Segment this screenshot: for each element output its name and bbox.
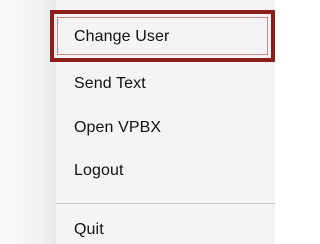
menu-item-label: Quit — [74, 221, 104, 238]
context-menu-screen: Change User Send Text Open VPBX Logout Q… — [0, 0, 275, 244]
menu-shadow — [0, 0, 56, 244]
menu-item-label: Change User — [74, 28, 170, 45]
menu-item-label: Send Text — [74, 75, 146, 92]
menu-item-logout[interactable]: Logout — [56, 151, 275, 191]
menu-item-change-user[interactable]: Change User — [56, 17, 275, 57]
menu-item-label: Logout — [74, 162, 124, 179]
menu-separator — [56, 203, 275, 204]
menu-item-label: Open VPBX — [74, 119, 162, 136]
menu-item-open-vpbx[interactable]: Open VPBX — [56, 108, 275, 148]
menu-item-send-text[interactable]: Send Text — [56, 64, 275, 104]
context-menu: Change User Send Text Open VPBX Logout Q… — [56, 0, 275, 244]
menu-item-quit[interactable]: Quit — [56, 210, 275, 244]
